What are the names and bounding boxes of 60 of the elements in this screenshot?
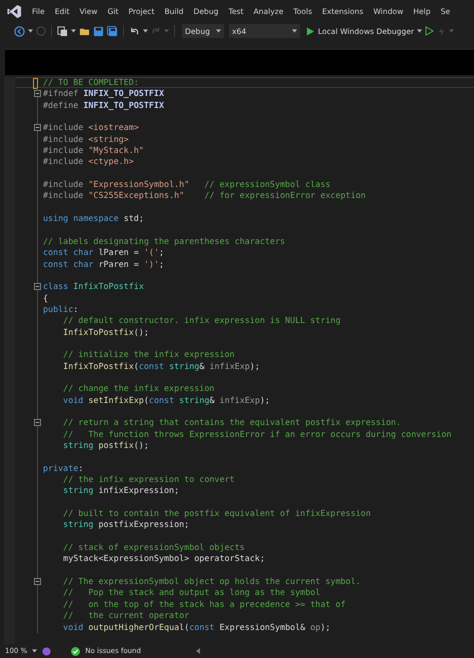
code-line: void outputHigherOrEqual(const ExpressionSymbol& op);: [62, 622, 330, 632]
start-without-debugging-icon[interactable]: [425, 26, 434, 36]
code-line: // The expressionSymbol object op holds the current symbol.: [62, 576, 361, 586]
caret-icon[interactable]: [71, 29, 76, 33]
code-line: myStack<ExpressionSymbol> operatorStack;: [62, 553, 265, 564]
code-line: using namespace std;: [43, 213, 144, 224]
code-line: string infixExpression;: [62, 485, 180, 496]
code-line: // initialize the infix expression: [62, 349, 235, 360]
code-line: void setInfixExp(const string& infixExp);: [62, 394, 270, 405]
code-line: const char lParen = '(';: [43, 247, 164, 258]
caret-icon[interactable]: [292, 29, 297, 33]
caret-icon[interactable]: [143, 29, 148, 33]
scroll-left-icon[interactable]: [196, 648, 200, 654]
code-line: // on the top of the stack has a precedence >= that of: [62, 598, 346, 609]
code-line: string postfixExpression;: [62, 519, 190, 530]
code-line: InfixToPostfix(const string& infixExp);: [62, 360, 260, 371]
collapse-icon[interactable]: [34, 419, 41, 426]
code-line: public:: [43, 304, 78, 314]
collapse-icon[interactable]: [34, 90, 41, 98]
caret-icon[interactable]: [28, 29, 33, 33]
collapse-icon[interactable]: [34, 283, 41, 290]
new-project-icon[interactable]: [57, 26, 68, 36]
back-navigation-icon[interactable]: [14, 26, 25, 36]
code-line: #include <string>: [43, 134, 129, 144]
code-line: #include <ctype.h>: [43, 156, 134, 166]
code-line: #include "ExpressionSymbol.h" // expressionSymbol class: [43, 179, 330, 190]
code-line: string postfix();: [62, 440, 149, 450]
app-logo-icon[interactable]: [7, 4, 22, 18]
code-line: // TO BE COMPLETED:: [43, 77, 139, 87]
code-line: #include "CS255Exceptions.h" // for expressionError exception: [43, 190, 366, 200]
code-line: // change the infix expression: [62, 383, 214, 394]
code-line: {: [43, 292, 48, 303]
save-icon[interactable]: [93, 26, 104, 36]
caret-icon[interactable]: [417, 29, 422, 33]
code-line: // Pop the stack and output as long as the symbol: [62, 587, 320, 598]
collapse-icon[interactable]: [34, 124, 41, 132]
code-line: private:: [43, 462, 84, 473]
code-line: const char rParen = ')';: [43, 258, 164, 268]
code-line: // return a string that contains the equivalent postfix expression.: [62, 417, 401, 428]
play-icon: [306, 26, 315, 36]
copilot-icon[interactable]: [42, 646, 52, 656]
caret-icon[interactable]: [216, 29, 221, 33]
collapse-icon[interactable]: [34, 578, 41, 586]
code-line: #define INFIX_TO_POSTFIX: [43, 100, 164, 110]
code-line: #include "MyStack.h": [43, 145, 144, 156]
code-line: // The function throws ExpressionError if an error occurs during conversion: [62, 428, 452, 439]
code-line: // stack of expressionSymbol objects: [62, 542, 245, 552]
code-line: class InfixToPostfix: [43, 281, 144, 292]
code-line: // default constructor. infix expression is NULL string: [62, 315, 340, 326]
undo-icon[interactable]: [129, 26, 140, 36]
code-line: // the current operator: [62, 610, 190, 620]
code-line: // labels designating the parentheses characters: [43, 236, 286, 246]
code-line: #include <iostream>: [43, 122, 139, 132]
code-line: // built to contain the postfix equivalent of infixExpression: [62, 508, 371, 518]
save-all-icon[interactable]: [107, 26, 118, 36]
code-line: #ifndef INFIX_TO_POSTFIX: [43, 88, 164, 98]
code-line: // the infix expression to convert: [62, 474, 235, 484]
caret-icon[interactable]: [32, 649, 38, 653]
check-icon: [71, 646, 80, 656]
code-line: InfixToPostfix();: [62, 326, 149, 337]
